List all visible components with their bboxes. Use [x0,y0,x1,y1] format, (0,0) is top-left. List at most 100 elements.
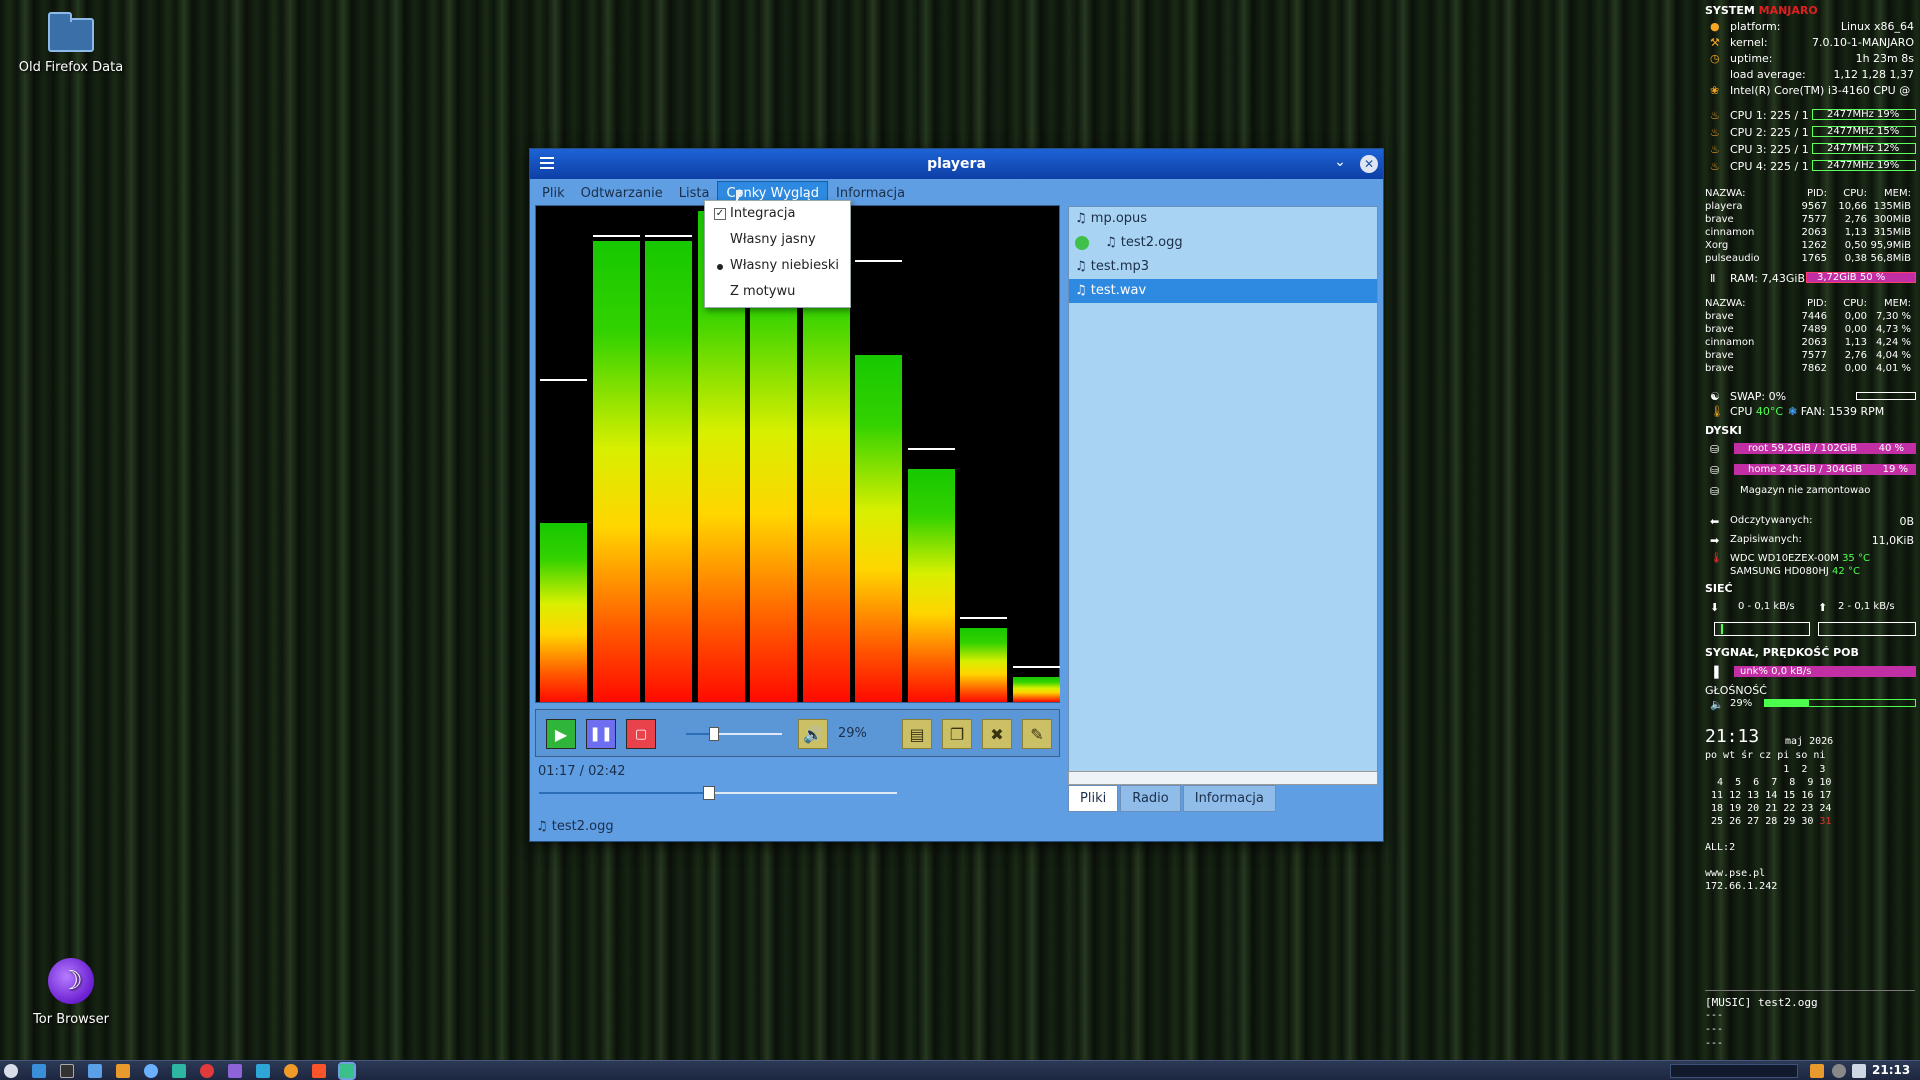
network-icon[interactable] [1832,1064,1846,1078]
desktop-icon-old-firefox-data[interactable]: Old Firefox Data [1,12,141,75]
now-playing-indicator-icon [1075,236,1089,250]
pause-button[interactable]: ❚❚ [586,719,616,749]
close-icon[interactable]: ✕ [1360,155,1378,173]
chevron-down-icon[interactable]: ⌄ [1332,154,1348,170]
start-menu-icon[interactable] [4,1064,18,1078]
app-icon[interactable] [172,1064,186,1078]
app-icon[interactable] [88,1064,102,1078]
process-cell: brave [1705,324,1734,335]
process-cell: MEM: [1884,188,1911,199]
wrench-icon: ⚒ [1710,36,1720,49]
process-cell: NAZWA: [1705,188,1746,199]
process-cell: 0,00 [1844,363,1867,374]
process-cell: PID: [1806,188,1827,199]
app-icon[interactable] [256,1064,270,1078]
conky-value: 1h 23m 8s [1855,52,1914,65]
process-table-cpu: NAZWA: PID: CPU: MEM: brave 7446 0,00 7,30 % bra… [1705,298,1915,376]
app-icon[interactable] [144,1064,158,1078]
playlist-item-selected[interactable]: ♫ test.wav [1069,279,1377,303]
seek-slider[interactable] [539,786,897,800]
conky-dash: --- [1705,1010,1724,1021]
menu-odtwarzanie[interactable]: Odtwarzanie [573,182,671,205]
fan-icon: ❃ [1788,405,1798,418]
playlist-item-name: test2.ogg [1120,235,1183,250]
terminal-icon[interactable] [60,1064,74,1078]
conky-ip: 172.66.1.242 [1705,881,1778,892]
save-playlist-button[interactable]: ✎ [1022,719,1052,749]
calendar-week: 18 19 20 21 22 23 24 [1705,803,1832,814]
app-icon[interactable] [284,1064,298,1078]
app-icon[interactable] [200,1064,214,1078]
dropdown-item-z-motywu[interactable]: Z motywu [705,279,850,305]
spectrum-bar [540,523,587,702]
conky-value: 7.0.10-1-MANJARO [1811,36,1914,49]
cpu-bar: 2477MHz 19% [1812,160,1916,171]
process-table-memory: NAZWA: PID: CPU: MEM: playera 9567 10,66 135MiB… [1705,188,1915,266]
process-cell: CPU: [1843,188,1867,199]
process-cell: 1765 [1801,253,1827,264]
radio-button[interactable]: ▤ [902,719,932,749]
title-bar[interactable]: playera ⌄ ✕ [530,149,1383,179]
app-icon[interactable] [228,1064,242,1078]
now-playing-title: test2.ogg [551,819,614,834]
ram-label: RAM: 7,43GiB [1730,272,1806,285]
desktop-icon-tor-browser[interactable]: ☽ Tor Browser [1,958,141,1027]
music-note-icon: ♫ [1075,259,1087,274]
disk-icon: ⛁ [1710,443,1720,456]
process-cell: 2,76 [1844,350,1867,361]
upload-speed: 2 - 0,1 kB/s [1838,601,1895,612]
fire-icon: ♨ [1710,143,1720,156]
process-cell: 315MiB [1873,227,1911,238]
volume-slider-knob[interactable] [708,727,719,741]
player-window: playera ⌄ ✕ Plik Odtwarzanie Lista Conky… [529,148,1384,842]
brave-icon[interactable] [312,1064,326,1078]
player-taskbar-icon[interactable] [338,1062,356,1080]
dropdown-item-integracja[interactable]: ✓ Integracja [705,201,850,227]
mouse-cursor-icon [736,190,743,204]
upload-icon: ⬆ [1818,601,1828,614]
playlist-item[interactable]: ♫ test.mp3 [1069,255,1377,279]
playlist-item[interactable]: ♫ mp.opus [1069,207,1377,231]
open-folder-button[interactable]: ❐ [942,719,972,749]
process-cell: playera [1705,201,1743,212]
playlist-horizontal-scrollbar[interactable] [1068,771,1378,785]
dropdown-item-wlasny-jasny[interactable]: Własny jasny [705,227,850,253]
stop-button[interactable]: ▢ [626,719,656,749]
mute-button[interactable]: 🔊 [798,719,828,749]
volume-slider[interactable] [686,727,782,741]
process-cell: NAZWA: [1705,298,1746,309]
spectrum-peak [592,234,640,237]
read-value: 0B [1899,515,1914,528]
tab-radio[interactable]: Radio [1120,785,1181,812]
tab-pliki[interactable]: Pliki [1068,785,1119,812]
process-cell: 10,66 [1838,201,1867,212]
cpu-label: CPU 2: 225 / 1 [1730,126,1809,139]
menu-plik[interactable]: Plik [534,182,573,205]
conky-dash: --- [1705,1024,1724,1035]
seek-slider-knob[interactable] [703,786,716,800]
dropdown-item-wlasny-niebieski[interactable]: Własny niebieski [705,253,850,279]
tab-informacja[interactable]: Informacja [1182,785,1276,812]
process-cell: 56,8MiB [1870,253,1911,264]
calendar-grid: 1 2 3 4 5 6 7 8 9 10 11 12 13 14 15 16 1… [1705,763,1831,828]
process-cell: 7446 [1801,311,1827,322]
remove-file-button[interactable]: ✖ [982,719,1012,749]
process-cell: 7,30 % [1876,311,1911,322]
conky-system-header: SYSTEM MANJARO [1705,4,1818,17]
volume-percent: 29% [838,726,867,741]
taskbar-clock[interactable]: 21:13 [1872,1063,1910,1077]
app-icon[interactable] [32,1064,46,1078]
conky-cpu-model: Intel(R) Core(TM) i3-4160 CPU @ [1730,84,1911,97]
process-cell: brave [1705,350,1734,361]
disk-icon: ⛁ [1710,485,1720,498]
tray-icon[interactable] [1810,1064,1824,1078]
play-button[interactable]: ▶ [546,719,576,749]
home-disk-percent: 19 % [1882,464,1908,475]
process-cell: 300MiB [1873,214,1911,225]
editor-icon[interactable] [116,1064,130,1078]
disks-header: DYSKI [1705,424,1742,437]
workspace-switcher[interactable] [1670,1064,1798,1078]
menu-bar: Plik Odtwarzanie Lista Conky Wygląd Info… [530,179,1383,207]
shield-icon[interactable] [1852,1064,1866,1078]
playlist-item[interactable]: ♫ test2.ogg [1069,231,1377,255]
